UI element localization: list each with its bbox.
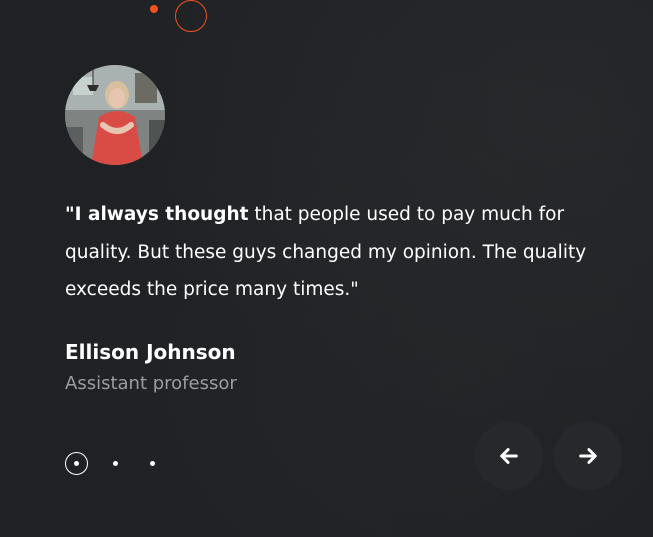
testimonial-quote: "I always thought that people used to pa…	[65, 196, 625, 309]
avatar-image	[65, 65, 165, 165]
next-button[interactable]	[554, 422, 622, 490]
arrow-left-icon	[500, 448, 518, 464]
decorative-ring	[175, 0, 207, 32]
prev-button[interactable]	[475, 422, 543, 490]
pagination-dot-2[interactable]	[113, 461, 118, 466]
pagination-dot-3[interactable]	[150, 461, 155, 466]
pagination-dot-1[interactable]	[65, 452, 88, 475]
author-title: Assistant professor	[65, 373, 237, 394]
arrow-right-icon	[579, 448, 597, 464]
avatar	[65, 65, 165, 165]
author-name: Ellison Johnson	[65, 340, 236, 364]
decorative-dot	[150, 5, 158, 13]
quote-bold-text: "I always thought	[65, 204, 249, 225]
